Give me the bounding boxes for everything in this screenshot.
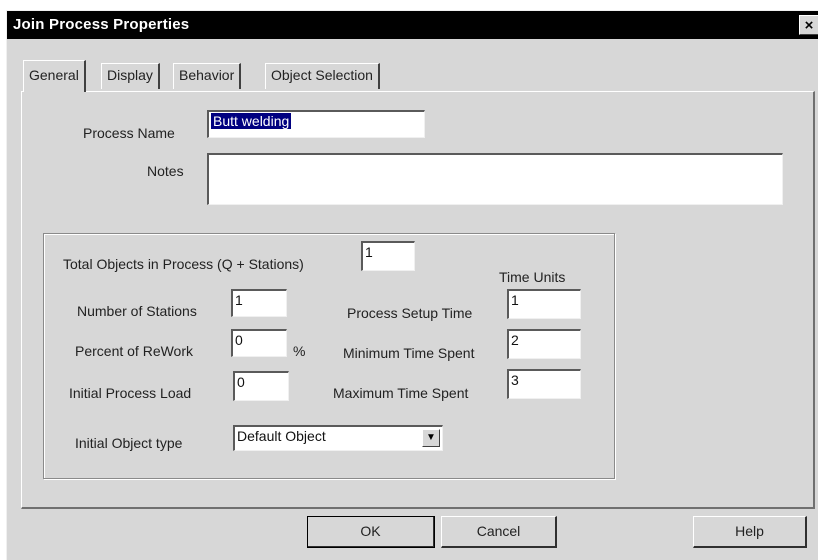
max-time-value: 3 [511, 372, 519, 388]
initial-load-input[interactable]: 0 [233, 371, 289, 401]
time-units-label: Time Units [499, 269, 566, 285]
chevron-down-icon[interactable]: ▼ [422, 429, 440, 447]
min-time-value: 2 [511, 332, 519, 348]
stations-input[interactable]: 1 [231, 289, 287, 317]
initial-load-value: 0 [237, 374, 245, 390]
object-type-value: Default Object [237, 428, 326, 444]
total-objects-input[interactable]: 1 [361, 241, 415, 271]
rework-value: 0 [235, 332, 243, 348]
setup-time-value: 1 [511, 292, 519, 308]
object-type-label: Initial Object type [75, 435, 183, 451]
process-name-label: Process Name [83, 125, 175, 141]
initial-load-label: Initial Process Load [69, 385, 192, 401]
notes-label: Notes [147, 163, 184, 179]
setup-time-label: Process Setup Time [347, 305, 473, 321]
process-name-value: Butt welding [211, 113, 292, 129]
ok-button[interactable]: OK [307, 516, 435, 548]
general-content: Process Name Butt welding Notes Total Ob… [7, 11, 818, 560]
notes-textarea[interactable] [207, 153, 783, 205]
min-time-input[interactable]: 2 [507, 329, 581, 359]
total-objects-label: Total Objects in Process (Q + Stations) [63, 256, 304, 272]
cancel-button[interactable]: Cancel [441, 516, 557, 548]
object-type-select[interactable]: Default Object ▼ [233, 425, 443, 451]
setup-time-input[interactable]: 1 [507, 289, 581, 319]
max-time-label: Maximum Time Spent [333, 385, 469, 401]
stations-label: Number of Stations [77, 303, 197, 319]
rework-percent-unit: % [293, 343, 306, 359]
stations-value: 1 [235, 292, 243, 308]
min-time-label: Minimum Time Spent [343, 345, 475, 361]
total-objects-value: 1 [365, 244, 373, 260]
max-time-input[interactable]: 3 [507, 369, 581, 399]
join-process-properties-dialog: Join Process Properties × General Displa… [6, 10, 818, 560]
help-button[interactable]: Help [693, 516, 807, 548]
rework-input[interactable]: 0 [231, 329, 287, 357]
process-name-input[interactable]: Butt welding [207, 110, 425, 138]
rework-label: Percent of ReWork [75, 343, 194, 359]
